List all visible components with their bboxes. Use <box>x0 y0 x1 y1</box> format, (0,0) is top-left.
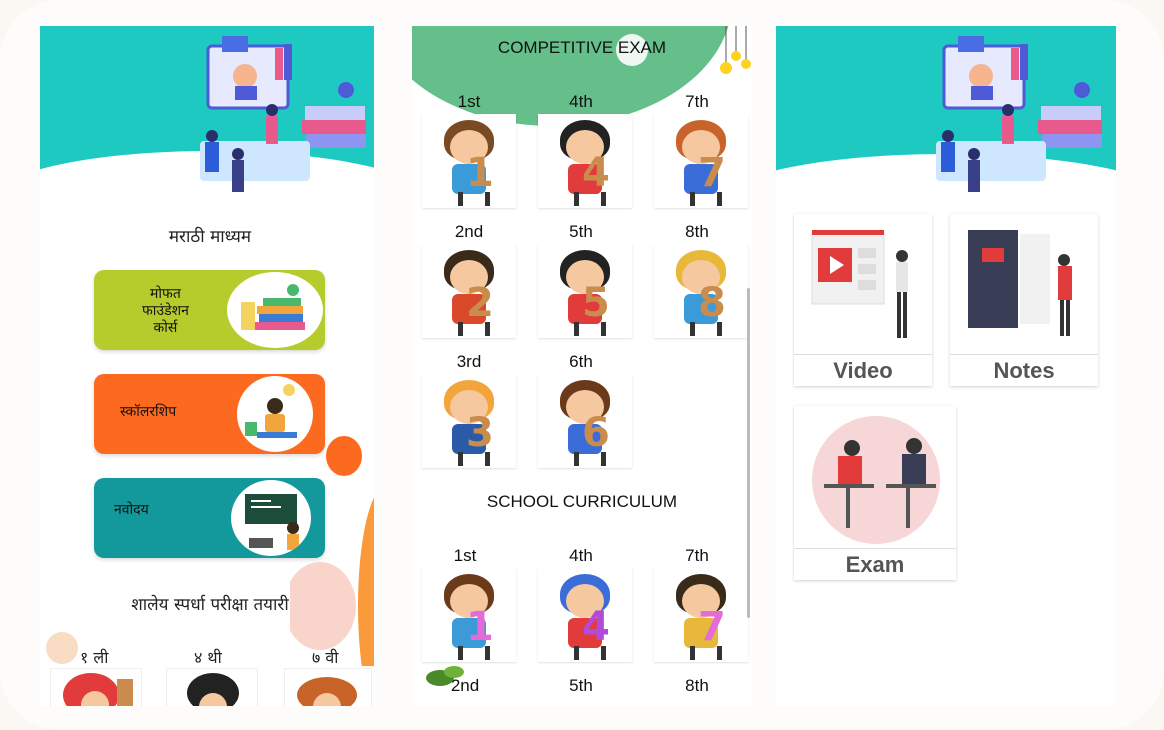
standard-4-label[interactable]: ४ थी <box>194 646 222 668</box>
comp-grade-8-label: 8th <box>685 222 709 241</box>
scholarship-label: स्कॉलरशिप <box>120 404 177 420</box>
grade-selection-screen: COMPETITIVE EXAM 1st 4th 7th 1 4 7 2nd 5… <box>412 26 752 706</box>
navodaya-label: नवोदय <box>114 502 149 518</box>
free-foundation-course-card[interactable]: मोफत फाउंडेशन कोर्स <box>94 270 325 350</box>
comp-grade-3-card[interactable]: 3 <box>422 374 516 468</box>
scrollbar[interactable] <box>747 288 750 618</box>
decor-shapes <box>290 436 374 666</box>
comp-grade-2-card[interactable]: 2 <box>422 244 516 338</box>
books-illustration <box>227 272 323 348</box>
comp-grade-1-label: 1st <box>457 92 481 111</box>
exam-tile[interactable]: Exam <box>794 406 956 580</box>
standard-4-thumbnail[interactable] <box>166 668 258 706</box>
video-illustration <box>794 214 932 354</box>
school-grade-4-card[interactable]: 4 <box>538 568 632 662</box>
school-curriculum-title: SCHOOL CURRICULUM <box>486 492 678 511</box>
school-grade-4-label: 4th <box>569 546 593 565</box>
marathi-medium-title: मराठी माध्यम <box>168 227 252 247</box>
study-material-screen: Video Notes Exam <box>776 26 1116 706</box>
video-label: Video <box>794 354 932 387</box>
standard-7-label[interactable]: ७ वी <box>312 646 338 668</box>
exam-label: Exam <box>794 548 956 581</box>
notes-label: Notes <box>950 354 1098 387</box>
school-grade-1-card[interactable]: 1 <box>422 568 516 662</box>
decor-circle <box>46 632 78 664</box>
school-grade-7-card[interactable]: 7 <box>654 568 748 662</box>
comp-grade-7-card[interactable]: 7 <box>654 114 748 208</box>
comp-grade-2-label: 2nd <box>454 222 484 241</box>
exam-illustration <box>794 406 956 548</box>
standard-1-label[interactable]: १ ली <box>80 646 108 668</box>
comp-grade-7-label: 7th <box>685 92 709 111</box>
standard-7-thumbnail[interactable] <box>284 668 372 706</box>
comp-grade-4-label: 4th <box>569 92 593 111</box>
video-tile[interactable]: Video <box>794 214 932 386</box>
marathi-medium-screen: मराठी माध्यम मोफत फाउंडेशन कोर्स स्कॉलरश… <box>40 26 374 706</box>
comp-grade-6-card[interactable]: 6 <box>538 374 632 468</box>
comp-grade-4-card[interactable]: 4 <box>538 114 632 208</box>
education-illustration <box>40 36 374 216</box>
hero-illustration <box>776 26 1116 216</box>
school-grade-5-label: 5th <box>569 676 593 695</box>
school-grade-7-label: 7th <box>685 546 709 565</box>
hero-illustration <box>40 26 374 216</box>
standard-1-thumbnail[interactable] <box>50 668 142 706</box>
free-foundation-course-label: मोफत फाउंडेशन कोर्स <box>142 286 189 336</box>
comp-grade-5-label: 5th <box>569 222 593 241</box>
notes-illustration <box>950 214 1098 354</box>
comp-grade-8-card[interactable]: 8 <box>654 244 748 338</box>
plant-icon <box>426 666 464 686</box>
education-illustration <box>776 36 1116 216</box>
notes-tile[interactable]: Notes <box>950 214 1098 386</box>
school-grade-1-label: 1st <box>453 546 477 565</box>
comp-grade-3-label: 3rd <box>456 352 482 371</box>
screenshot-frame: मराठी माध्यम मोफत फाउंडेशन कोर्स स्कॉलरश… <box>0 0 1164 730</box>
competitive-exam-title: COMPETITIVE EXAM <box>497 38 667 57</box>
comp-grade-5-card[interactable]: 5 <box>538 244 632 338</box>
comp-grade-6-label: 6th <box>569 352 593 371</box>
school-grade-8-label: 8th <box>685 676 709 695</box>
comp-grade-1-card[interactable]: 1 <box>422 114 516 208</box>
